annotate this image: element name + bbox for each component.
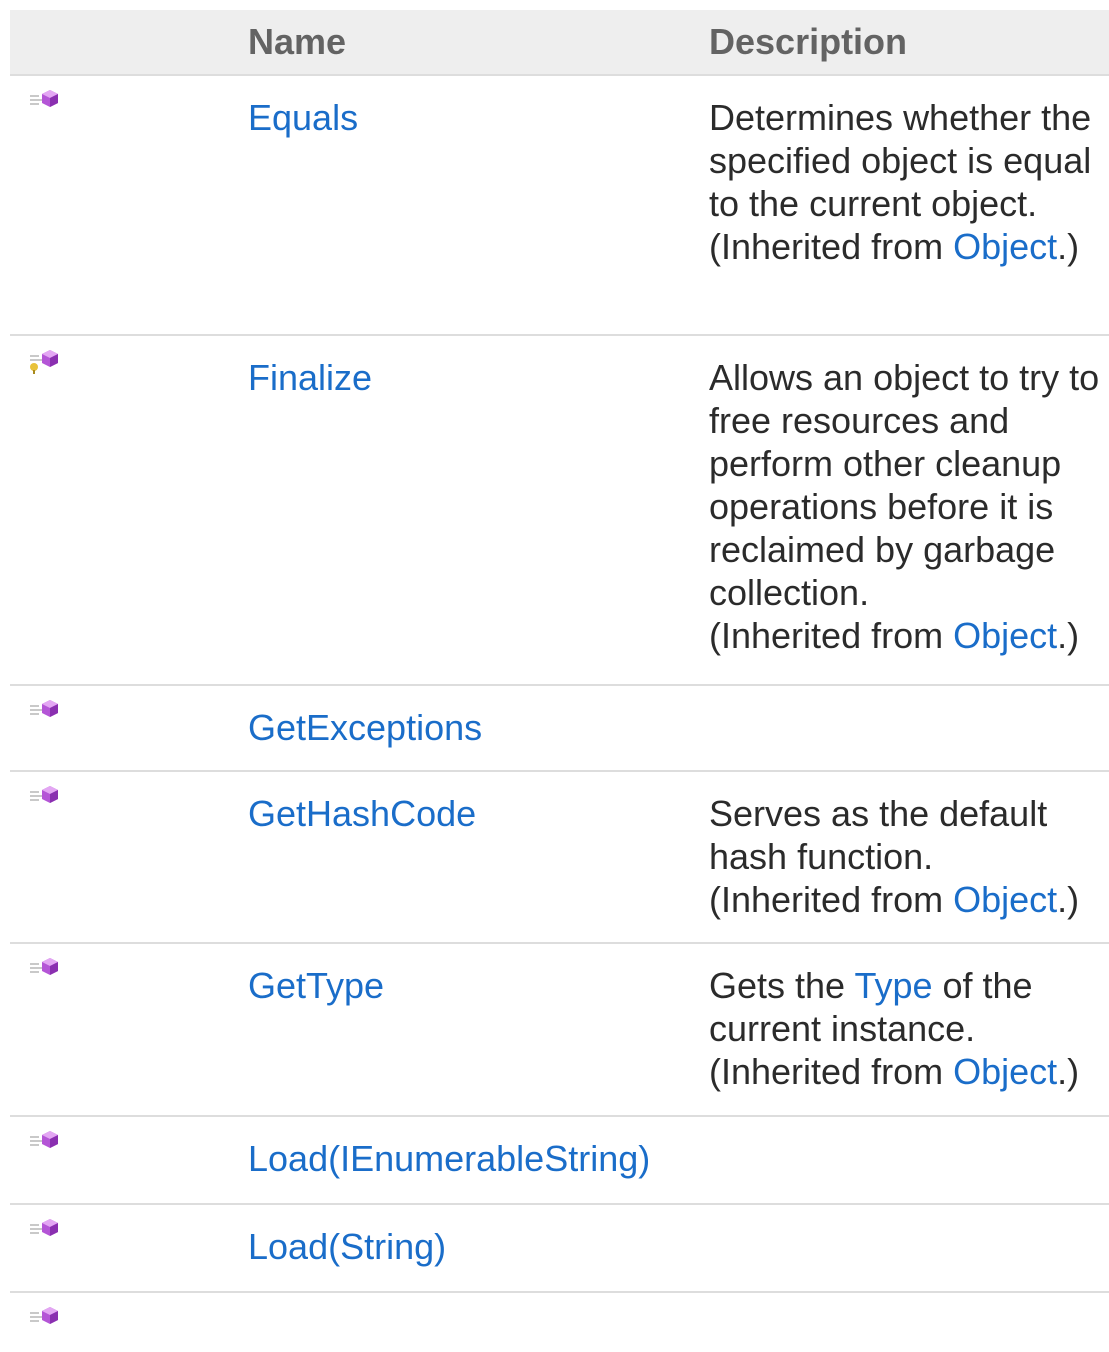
table-row: GetExceptions — [10, 685, 1109, 772]
public-method-icon — [28, 1305, 74, 1331]
method-description: Determines whether the specified object … — [709, 97, 1092, 224]
table-row — [10, 1292, 1109, 1352]
inherited-note: (Inherited from Object.) — [709, 1050, 1109, 1093]
object-type-link[interactable]: Object — [953, 226, 1057, 267]
inherited-note: (Inherited from Object.) — [709, 225, 1109, 268]
protected-method-icon — [28, 348, 74, 374]
public-method-icon — [28, 698, 74, 724]
public-method-icon — [28, 88, 74, 114]
method-description: Allows an object to try to free resource… — [709, 357, 1100, 613]
inherited-suffix: .) — [1057, 879, 1080, 920]
public-method-icon — [28, 784, 74, 810]
table-row: GetType Gets the Type of the current ins… — [10, 943, 1109, 1117]
public-method-icon — [28, 956, 74, 982]
public-method-icon — [28, 1217, 74, 1243]
table-row: Equals Determines whether the specified … — [10, 75, 1109, 336]
method-link-finalize[interactable]: Finalize — [248, 357, 372, 398]
table-row: Load(String) — [10, 1204, 1109, 1293]
inherited-note: (Inherited from Object.) — [709, 614, 1109, 657]
inherited-prefix: (Inherited from — [709, 1051, 954, 1092]
type-type-link[interactable]: Type — [854, 965, 932, 1006]
inherited-prefix: (Inherited from — [709, 226, 954, 267]
header-description-column: Description — [709, 10, 1109, 76]
table-row: Finalize Allows an object to try to free… — [10, 335, 1109, 686]
table-row: GetHashCode Serves as the default hash f… — [10, 771, 1109, 944]
method-description: Gets the Type of the current instance. — [709, 964, 1109, 1050]
table-header-row: Name Description — [10, 10, 1109, 76]
inherited-prefix: (Inherited from — [709, 879, 954, 920]
object-type-link[interactable]: Object — [953, 1051, 1057, 1092]
method-link-getexceptions[interactable]: GetExceptions — [248, 707, 482, 748]
inherited-note: (Inherited from Object.) — [709, 878, 1109, 921]
header-name-column: Name — [248, 10, 709, 76]
method-link-load-ienumerable[interactable]: Load(IEnumerableString) — [248, 1138, 650, 1179]
method-link-gethashcode[interactable]: GetHashCode — [248, 793, 476, 834]
inherited-suffix: .) — [1057, 226, 1080, 267]
method-link-equals[interactable]: Equals — [248, 97, 358, 138]
inherited-suffix: .) — [1057, 1051, 1080, 1092]
header-icon-column — [10, 10, 248, 76]
public-method-icon — [28, 1129, 74, 1155]
method-link-gettype[interactable]: GetType — [248, 965, 384, 1006]
method-link-load-string[interactable]: Load(String) — [248, 1226, 446, 1267]
table-row: Load(IEnumerableString) — [10, 1116, 1109, 1205]
object-type-link[interactable]: Object — [953, 879, 1057, 920]
method-description: Serves as the default hash function. — [709, 793, 1048, 877]
desc-prefix: Gets the — [709, 965, 855, 1006]
object-type-link[interactable]: Object — [953, 615, 1057, 656]
methods-table: Name Description Equals Determines wheth… — [10, 10, 1109, 1352]
inherited-prefix: (Inherited from — [709, 615, 954, 656]
inherited-suffix: .) — [1057, 615, 1080, 656]
